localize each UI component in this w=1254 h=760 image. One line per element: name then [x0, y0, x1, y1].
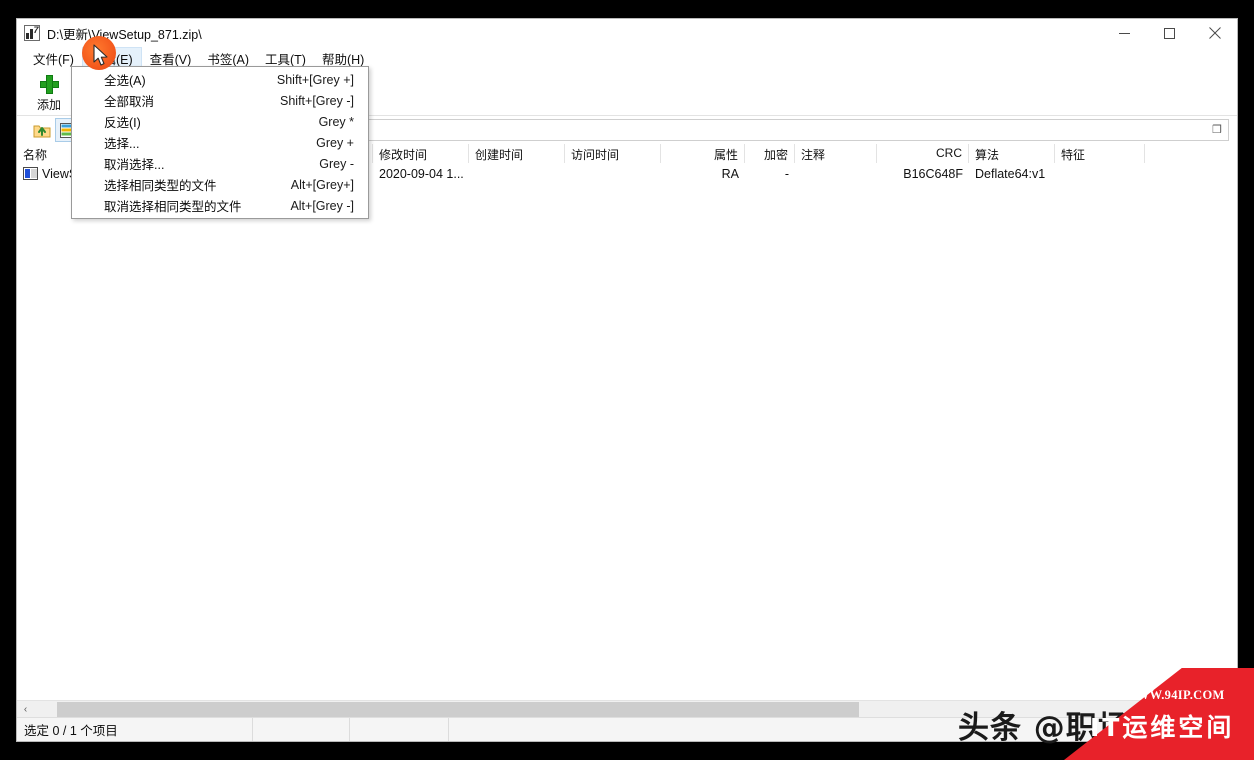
- column-header-characteristics[interactable]: 特征: [1055, 144, 1145, 164]
- status-segment-4: [449, 718, 1237, 741]
- column-header-accessed[interactable]: 访问时间: [565, 144, 661, 164]
- menu-item-deselect-same-type[interactable]: 取消选择相同类型的文件 Alt+[Grey -]: [72, 195, 368, 216]
- status-segment-2: [253, 718, 351, 741]
- menu-item-select-all-accel: Shift+[Grey +]: [276, 72, 354, 87]
- up-folder-icon: [33, 122, 51, 139]
- minimize-button[interactable]: [1102, 19, 1147, 47]
- horizontal-scrollbar[interactable]: ‹: [17, 700, 1237, 718]
- cell-crc: B16C648F: [903, 166, 963, 181]
- menu-item-select-same-type[interactable]: 选择相同类型的文件 Alt+[Grey+]: [72, 174, 368, 195]
- column-header-attributes[interactable]: 属性: [661, 144, 745, 164]
- column-header-method[interactable]: 算法: [969, 144, 1055, 164]
- menu-item-invert-selection-accel: Grey *: [318, 114, 354, 129]
- menu-item-deselect-same-type-accel: Alt+[Grey -]: [290, 198, 354, 213]
- scroll-left-arrow-icon[interactable]: ‹: [17, 701, 34, 718]
- menu-item-deselect-label: 取消选择...: [104, 158, 165, 172]
- menu-item-select-same-type-accel: Alt+[Grey+]: [290, 177, 354, 192]
- column-header-comment[interactable]: 注释: [795, 144, 877, 164]
- menu-item-select[interactable]: 选择... Grey +: [72, 132, 368, 153]
- add-button[interactable]: 添加: [27, 71, 71, 113]
- menu-item-deselect[interactable]: 取消选择... Grey -: [72, 153, 368, 174]
- window-title: D:\更新\ViewSetup_871.zip\: [47, 27, 202, 42]
- maximize-button[interactable]: [1147, 19, 1192, 47]
- chevron-down-icon[interactable]: ❒: [1212, 124, 1222, 136]
- column-header-modified[interactable]: 修改时间: [373, 144, 469, 164]
- menu-item-select-label: 选择...: [104, 137, 140, 151]
- menu-item-invert-selection-label: 反选(I): [104, 116, 141, 130]
- menu-item-invert-selection[interactable]: 反选(I) Grey *: [72, 111, 368, 132]
- column-header-encrypted[interactable]: 加密: [745, 144, 795, 164]
- menu-item-deselect-same-type-label: 取消选择相同类型的文件: [104, 200, 242, 214]
- cell-modified: 2020-09-04 1...: [379, 166, 464, 181]
- column-header-crc[interactable]: CRC: [877, 144, 969, 164]
- close-button[interactable]: [1192, 19, 1237, 47]
- column-header-created[interactable]: 创建时间: [469, 144, 565, 164]
- menu-item-select-all[interactable]: 全选(A) Shift+[Grey +]: [72, 69, 368, 90]
- up-folder-button[interactable]: [29, 118, 55, 142]
- status-selection: 选定 0 / 1 个项目: [17, 718, 253, 741]
- menu-item-select-same-type-label: 选择相同类型的文件: [104, 179, 217, 193]
- screen: 7 D:\更新\ViewSetup_871.zip\ 文件(F) 编辑(E) 查…: [0, 0, 1254, 760]
- edit-dropdown-menu: 全选(A) Shift+[Grey +] 全部取消 Shift+[Grey -]…: [71, 66, 369, 219]
- scrollbar-track[interactable]: [34, 701, 1237, 718]
- add-button-label: 添加: [36, 98, 61, 112]
- seven-zip-icon: 7: [24, 25, 40, 41]
- menu-item-select-all-label: 全选(A): [104, 74, 146, 88]
- menu-item-deselect-all-label: 全部取消: [104, 95, 155, 109]
- menu-item-deselect-all-accel: Shift+[Grey -]: [280, 93, 354, 108]
- window-controls: [1102, 19, 1237, 47]
- file-icon: [23, 166, 38, 180]
- status-bar: 选定 0 / 1 个项目: [17, 717, 1237, 741]
- scrollbar-thumb[interactable]: [57, 702, 859, 717]
- menu-item-select-accel: Grey +: [316, 135, 354, 150]
- add-plus-icon: [39, 73, 59, 95]
- menu-item-deselect-accel: Grey -: [319, 156, 354, 171]
- title-bar: 7 D:\更新\ViewSetup_871.zip\: [17, 19, 1237, 47]
- cell-method: Deflate64:v1: [975, 166, 1046, 181]
- cell-encrypted: -: [784, 166, 789, 181]
- menu-item-deselect-all[interactable]: 全部取消 Shift+[Grey -]: [72, 90, 368, 111]
- status-segment-3: [350, 718, 450, 741]
- cell-attributes: RA: [721, 166, 739, 181]
- file-list: ViewSetup_871.exe 2020-09-04 1... RA - B…: [17, 163, 1237, 701]
